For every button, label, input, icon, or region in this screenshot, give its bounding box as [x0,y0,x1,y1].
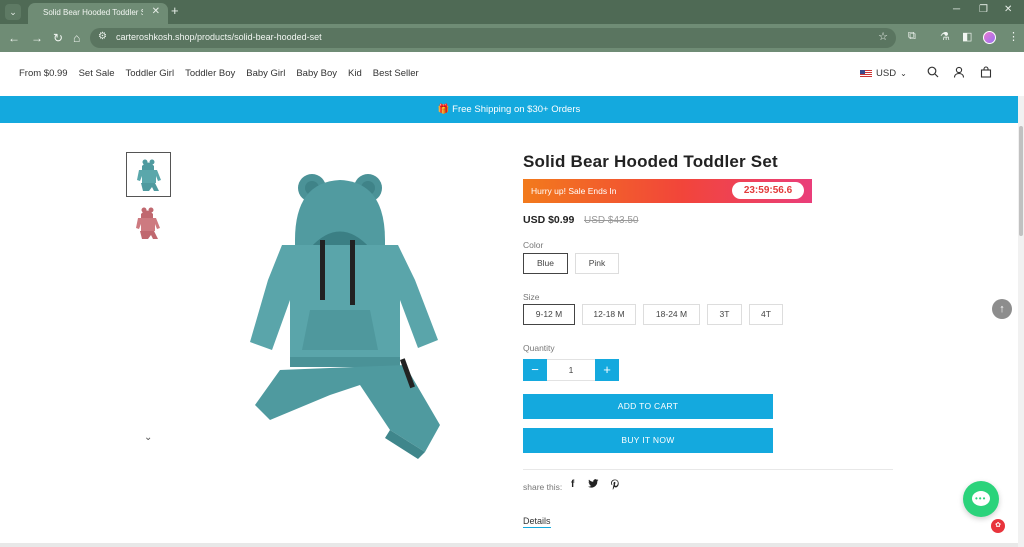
browser-tab[interactable]: Solid Bear Hooded Toddler Set ✕ [28,3,168,24]
nav-item-toddler-boy[interactable]: Toddler Boy [185,68,235,82]
minimize-icon[interactable]: ─ [953,4,960,15]
chat-bubble-icon: ••• [972,491,990,506]
currency-selector[interactable]: USD ⌄ [860,68,907,79]
page-scrollbar[interactable] [1018,96,1024,547]
page-bottom-edge [0,543,1018,547]
nav-item-set-sale[interactable]: Set Sale [79,68,115,82]
gift-badge-icon[interactable]: ✿ [991,519,1005,533]
product-price: USD $0.99 [523,214,575,226]
thumbnail-blue[interactable] [126,152,171,197]
buy-it-now-button[interactable]: BUY IT NOW [523,428,773,453]
home-icon[interactable]: ⌂ [73,30,80,46]
nav-item-kid[interactable]: Kid [348,68,362,82]
pinterest-icon[interactable] [610,479,620,493]
currency-label: USD [876,68,897,79]
nav-item-baby-girl[interactable]: Baby Girl [246,68,285,82]
sale-countdown-bar: Hurry up! Sale Ends In 23:59:56.6 [523,179,812,203]
size-option-3t[interactable]: 3T [707,304,742,325]
forward-icon[interactable]: → [31,30,43,46]
quantity-label: Quantity [523,343,555,353]
main-navigation: From $0.99 Set Sale Toddler Girl Toddler… [19,68,419,82]
chevron-down-icon: ⌄ [900,69,907,78]
banner-text: 🎁 Free Shipping on $30+ Orders [437,104,581,115]
tab-close-icon[interactable]: ✕ [152,6,160,17]
site-info-icon[interactable]: ⚙ [98,31,107,42]
menu-icon[interactable]: ⋮ [1008,30,1019,43]
side-panel-icon[interactable]: ◧ [962,30,972,43]
size-option-4t[interactable]: 4T [749,304,783,325]
facebook-icon[interactable]: f [571,479,574,490]
browser-toolbar: ← → ↻ ⌂ ⚙ carteroshkosh.shop/products/so… [0,24,1024,52]
product-title: Solid Bear Hooded Toddler Set [523,152,778,171]
color-option-blue[interactable]: Blue [523,253,568,274]
restore-icon[interactable]: ❐ [979,4,988,15]
back-icon[interactable]: ← [8,30,20,46]
share-label: share this: [523,482,563,492]
account-icon[interactable] [953,66,965,81]
nav-item-toddler-girl[interactable]: Toddler Girl [126,68,175,82]
size-option-18-24m[interactable]: 18-24 M [643,304,700,325]
url-text: carteroshkosh.shop/products/solid-bear-h… [116,32,322,42]
labs-icon[interactable]: ⚗ [940,30,950,43]
nav-item-from-0-99[interactable]: From $0.99 [19,68,68,82]
product-main-image [240,170,470,460]
countdown-timer: 23:59:56.6 [732,182,804,199]
us-flag-icon [860,69,872,78]
browser-tab-strip: ⌄ Solid Bear Hooded Toddler Set ✕ + ─ ❐ … [0,0,1024,24]
quantity-decrease-button[interactable]: − [523,359,547,381]
size-label: Size [523,292,540,302]
details-tab[interactable]: Details [523,516,551,528]
profile-avatar[interactable] [983,31,996,44]
size-option-12-18m[interactable]: 12-18 M [582,304,636,325]
gallery-chevron-down-icon[interactable]: ⌄ [144,432,152,443]
thumbnail-pink[interactable] [126,202,171,247]
nav-item-best-seller[interactable]: Best Seller [373,68,419,82]
back-to-top-button[interactable]: ↑ [992,299,1012,319]
address-bar[interactable]: ⚙ carteroshkosh.shop/products/solid-bear… [90,28,896,48]
bookmark-star-icon[interactable]: ☆ [878,30,888,43]
extensions-icon[interactable]: ⧉ [908,30,916,43]
sale-text: Hurry up! Sale Ends In [531,186,617,196]
cart-icon[interactable] [980,66,992,81]
tab-title: Solid Bear Hooded Toddler Set [43,8,143,17]
window-close-icon[interactable]: ✕ [1004,4,1012,15]
new-tab-icon[interactable]: + [171,3,179,18]
scrollbar-thumb[interactable] [1019,126,1023,236]
quantity-input[interactable]: 1 [547,359,595,381]
size-option-9-12m[interactable]: 9-12 M [523,304,575,325]
search-icon[interactable] [927,66,939,81]
add-to-cart-button[interactable]: ADD TO CART [523,394,773,419]
reload-icon[interactable]: ↻ [53,30,63,46]
quantity-increase-button[interactable]: + [595,359,619,381]
color-option-pink[interactable]: Pink [575,253,619,274]
divider [523,469,893,470]
chat-button[interactable]: ••• [963,481,999,517]
compare-at-price: USD $43.50 [584,215,639,226]
twitter-icon[interactable] [588,479,599,492]
nav-item-baby-boy[interactable]: Baby Boy [296,68,337,82]
tab-search-icon[interactable]: ⌄ [5,4,21,20]
color-label: Color [523,240,544,250]
shipping-banner: 🎁 Free Shipping on $30+ Orders [0,96,1018,123]
